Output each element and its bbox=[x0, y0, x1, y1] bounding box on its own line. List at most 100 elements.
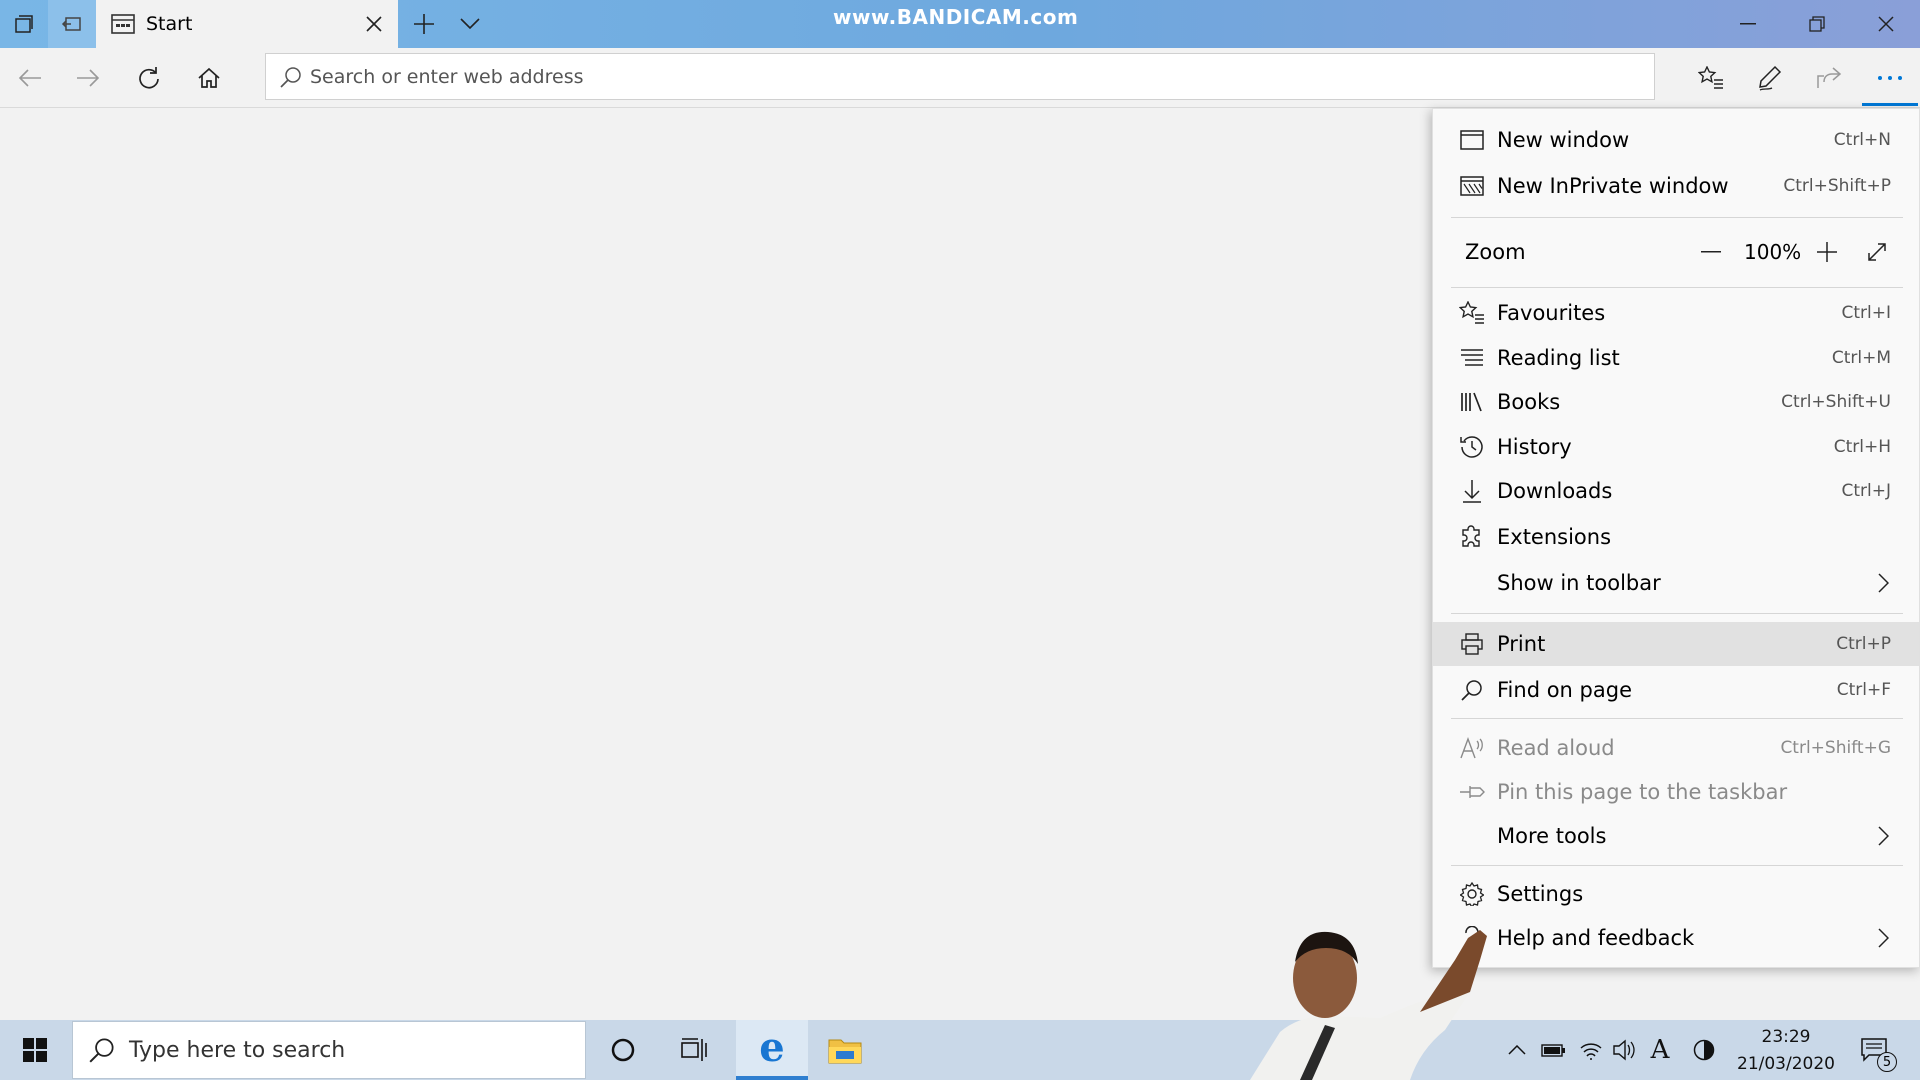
puzzle-piece-icon bbox=[1459, 524, 1485, 550]
clock[interactable]: 23:29 21/03/2020 bbox=[1728, 1024, 1844, 1078]
menu-item-settings[interactable]: Settings bbox=[1433, 872, 1919, 916]
action-center-icon[interactable]: 5 bbox=[1851, 1020, 1897, 1080]
windows-start-icon[interactable] bbox=[0, 1020, 70, 1080]
menu-shortcut: Ctrl+I bbox=[1841, 303, 1891, 323]
menu-shortcut: Ctrl+Shift+G bbox=[1780, 738, 1891, 758]
reading-list-icon bbox=[1459, 345, 1485, 371]
menu-divider bbox=[1451, 718, 1903, 719]
zoom-row: Zoom 100% bbox=[1433, 230, 1919, 274]
chevron-right-icon bbox=[1877, 571, 1893, 595]
new-tab-icon[interactable] bbox=[400, 0, 448, 48]
close-window-button[interactable] bbox=[1851, 0, 1920, 48]
menu-divider bbox=[1451, 287, 1903, 288]
menu-item-print[interactable]: Print Ctrl+P bbox=[1433, 622, 1919, 666]
title-bar: Start www.BANDICAM.com bbox=[0, 0, 1920, 48]
menu-label: More tools bbox=[1497, 824, 1607, 848]
menu-item-books[interactable]: Books Ctrl+Shift+U bbox=[1433, 380, 1919, 424]
menu-item-find-on-page[interactable]: Find on page Ctrl+F bbox=[1433, 668, 1919, 712]
notification-count-badge: 5 bbox=[1877, 1052, 1897, 1072]
inprivate-window-icon bbox=[1459, 173, 1485, 199]
pin-icon bbox=[1459, 779, 1485, 805]
menu-divider bbox=[1451, 217, 1903, 218]
watermark: www.BANDICAM.com bbox=[833, 5, 1079, 29]
menu-item-read-aloud: Read aloud Ctrl+Shift+G bbox=[1433, 726, 1919, 770]
menu-label: Reading list bbox=[1497, 346, 1620, 370]
clock-time: 23:29 bbox=[1761, 1027, 1811, 1047]
menu-shortcut: Ctrl+Shift+P bbox=[1783, 176, 1891, 196]
taskbar: Type here to search e A 23:29 21/03/2020… bbox=[0, 1020, 1920, 1080]
file-explorer-icon[interactable] bbox=[809, 1020, 881, 1080]
menu-shortcut: Ctrl+Shift+U bbox=[1781, 392, 1891, 412]
forward-icon[interactable] bbox=[64, 54, 112, 102]
menu-item-favourites[interactable]: Favourites Ctrl+I bbox=[1433, 291, 1919, 335]
search-icon bbox=[89, 1037, 115, 1063]
menu-label: Find on page bbox=[1497, 678, 1632, 702]
menu-shortcut: Ctrl+M bbox=[1831, 348, 1891, 368]
refresh-icon[interactable] bbox=[125, 54, 173, 102]
zoom-in-button[interactable] bbox=[1807, 232, 1847, 272]
menu-shortcut: Ctrl+H bbox=[1833, 437, 1891, 457]
favourites-icon bbox=[1459, 300, 1485, 326]
books-icon bbox=[1459, 389, 1485, 415]
address-bar[interactable]: Search or enter web address bbox=[265, 53, 1655, 100]
webcam-overlay-person bbox=[1240, 920, 1580, 1080]
download-icon bbox=[1459, 478, 1485, 504]
zoom-out-button[interactable] bbox=[1691, 232, 1731, 272]
web-note-pen-icon[interactable] bbox=[1746, 54, 1794, 102]
clock-date: 21/03/2020 bbox=[1737, 1054, 1835, 1074]
start-page-icon bbox=[110, 13, 136, 35]
tab-set-aside-icon[interactable] bbox=[0, 0, 48, 48]
search-icon bbox=[280, 66, 302, 88]
menu-item-pin-to-taskbar: Pin this page to the taskbar bbox=[1433, 770, 1919, 814]
minimize-button[interactable] bbox=[1713, 0, 1782, 48]
menu-item-show-in-toolbar[interactable]: Show in toolbar bbox=[1433, 561, 1919, 605]
taskbar-search-box[interactable]: Type here to search bbox=[72, 1021, 586, 1079]
read-aloud-icon bbox=[1459, 735, 1485, 761]
full-screen-icon[interactable] bbox=[1857, 232, 1897, 272]
edge-browser-icon[interactable]: e bbox=[736, 1020, 808, 1080]
tabs-aside-icon[interactable] bbox=[48, 0, 96, 48]
menu-item-new-window[interactable]: New window Ctrl+N bbox=[1433, 118, 1919, 162]
menu-divider bbox=[1451, 865, 1903, 866]
menu-label: Pin this page to the taskbar bbox=[1497, 780, 1788, 804]
menu-label: History bbox=[1497, 435, 1572, 459]
menu-label: Books bbox=[1497, 390, 1561, 414]
tab-preview-chevron-icon[interactable] bbox=[446, 0, 494, 48]
chevron-right-icon bbox=[1877, 926, 1893, 950]
window-icon bbox=[1459, 127, 1485, 153]
menu-item-extensions[interactable]: Extensions bbox=[1433, 515, 1919, 559]
night-light-icon[interactable] bbox=[1687, 1020, 1721, 1080]
share-icon[interactable] bbox=[1805, 54, 1853, 102]
menu-label: Downloads bbox=[1497, 479, 1613, 503]
gear-icon bbox=[1459, 881, 1485, 907]
menu-shortcut: Ctrl+N bbox=[1833, 130, 1891, 150]
menu-item-downloads[interactable]: Downloads Ctrl+J bbox=[1433, 469, 1919, 513]
menu-label: Settings bbox=[1497, 882, 1584, 906]
search-icon bbox=[1459, 677, 1485, 703]
cortana-icon[interactable] bbox=[587, 1020, 659, 1080]
menu-item-history[interactable]: History Ctrl+H bbox=[1433, 425, 1919, 469]
menu-item-reading-list[interactable]: Reading list Ctrl+M bbox=[1433, 336, 1919, 380]
menu-shortcut: Ctrl+J bbox=[1841, 481, 1891, 501]
address-placeholder: Search or enter web address bbox=[310, 65, 584, 88]
tab-start[interactable]: Start bbox=[96, 0, 398, 48]
back-icon[interactable] bbox=[6, 54, 54, 102]
menu-label: New InPrivate window bbox=[1497, 174, 1729, 198]
restore-button[interactable] bbox=[1782, 0, 1851, 48]
printer-icon bbox=[1459, 631, 1485, 657]
task-view-icon[interactable] bbox=[659, 1020, 731, 1080]
menu-label: Print bbox=[1497, 632, 1546, 656]
history-icon bbox=[1459, 434, 1485, 460]
home-icon[interactable] bbox=[185, 54, 233, 102]
volume-icon[interactable] bbox=[1608, 1020, 1642, 1080]
menu-label: Favourites bbox=[1497, 301, 1606, 325]
menu-label: Read aloud bbox=[1497, 736, 1615, 760]
close-tab-icon[interactable] bbox=[350, 0, 398, 48]
input-language-icon[interactable]: A bbox=[1643, 1020, 1677, 1080]
favourites-star-icon[interactable] bbox=[1687, 54, 1735, 102]
menu-item-more-tools[interactable]: More tools bbox=[1433, 814, 1919, 858]
menu-shortcut: Ctrl+P bbox=[1836, 634, 1891, 654]
menu-item-new-inprivate-window[interactable]: New InPrivate window Ctrl+Shift+P bbox=[1433, 164, 1919, 208]
more-options-icon[interactable] bbox=[1866, 54, 1914, 102]
taskbar-search-placeholder: Type here to search bbox=[129, 1037, 346, 1063]
